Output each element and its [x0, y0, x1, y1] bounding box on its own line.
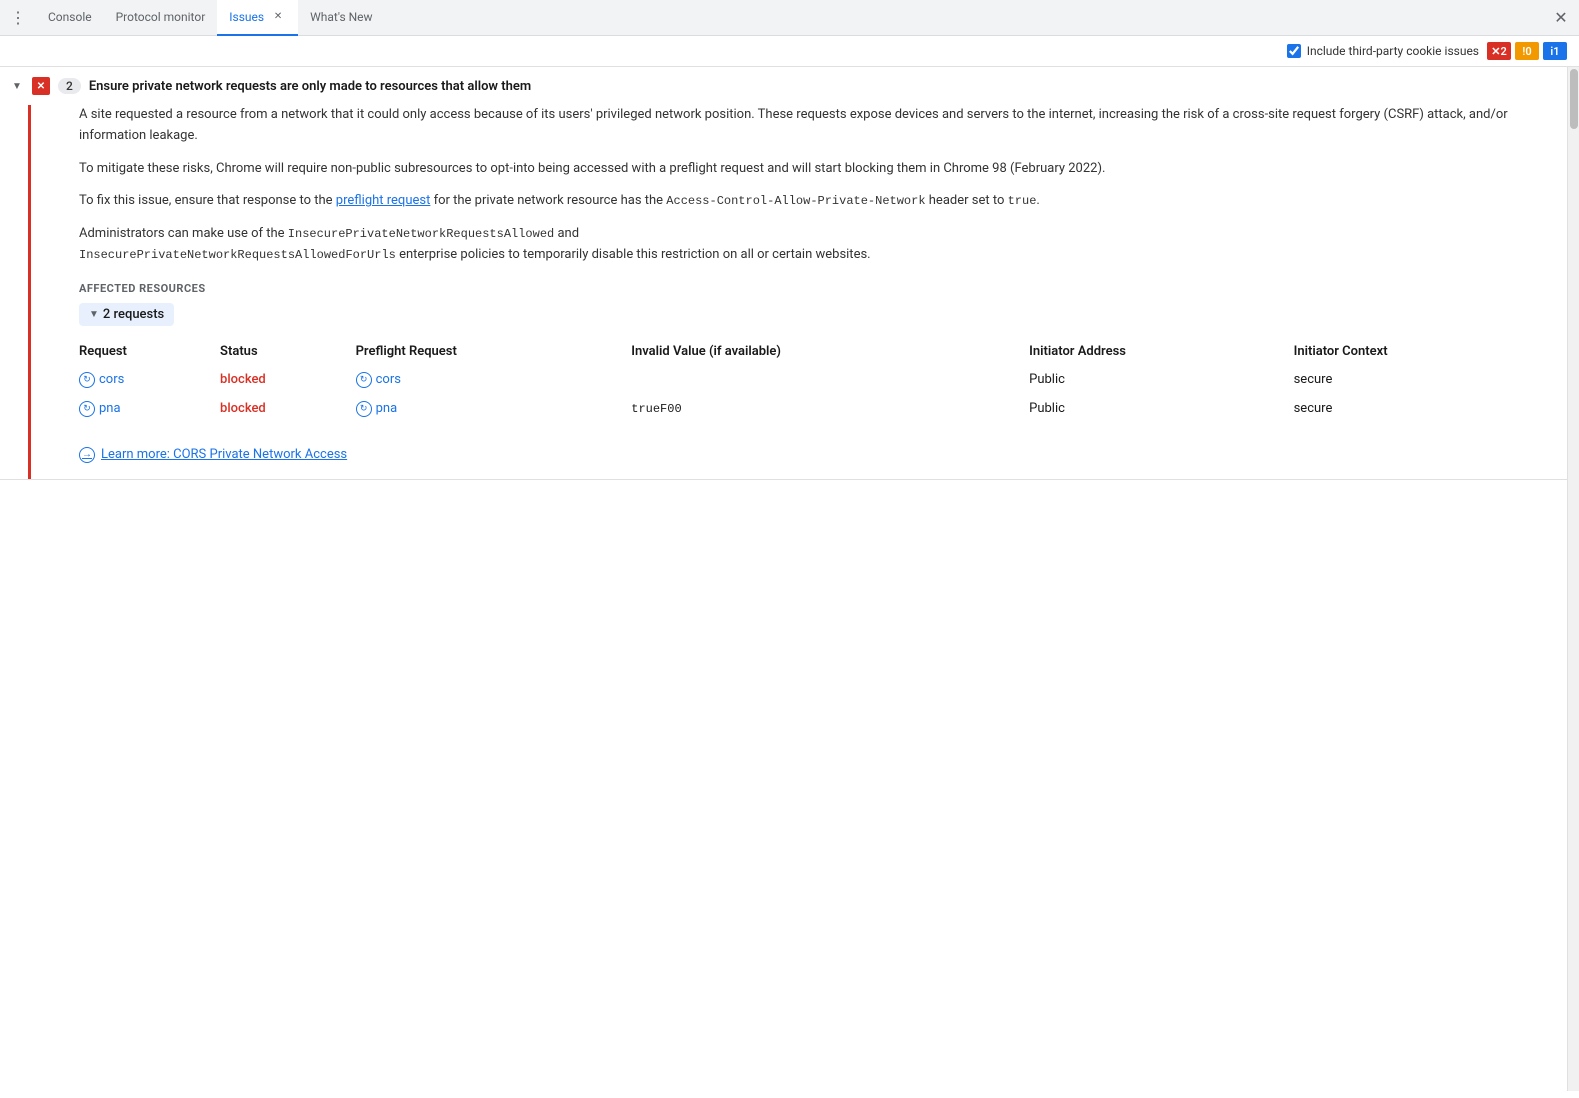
issue-chevron-icon: ▼	[12, 81, 24, 92]
row2-status: blocked	[220, 394, 356, 423]
requests-toggle-chevron-icon: ▼	[89, 309, 99, 320]
col-initiator-address: Initiator Address	[1029, 338, 1293, 365]
tab-whats-new[interactable]: What's New	[298, 0, 384, 36]
issue-header[interactable]: ▼ ✕ 2 Ensure private network requests ar…	[0, 67, 1567, 105]
row2-invalid-value: trueF00	[631, 394, 1029, 423]
learn-more-link[interactable]: → Learn more: CORS Private Network Acces…	[79, 447, 1551, 463]
tab-protocol-monitor-label: Protocol monitor	[116, 10, 206, 24]
warning-badge[interactable]: ! 0	[1515, 42, 1539, 60]
tab-issues[interactable]: Issues ✕	[217, 0, 298, 36]
para3-code2: true	[1008, 194, 1037, 208]
toolbar: Include third-party cookie issues ✕ 2 ! …	[0, 36, 1579, 67]
col-request: Request	[79, 338, 220, 365]
error-icon: ✕	[32, 77, 50, 95]
preflight-icon: ↻	[356, 372, 372, 388]
badge-group: ✕ 2 ! 0 i 1	[1487, 42, 1567, 60]
error-badge[interactable]: ✕ 2	[1487, 42, 1511, 60]
row2-request-link[interactable]: ↻ pna	[79, 401, 121, 417]
table-head: Request Status Preflight Request Invalid…	[79, 338, 1551, 365]
row1-status-label: blocked	[220, 372, 266, 387]
row2-preflight-link[interactable]: ↻ pna	[356, 401, 398, 417]
tab-whats-new-label: What's New	[310, 10, 372, 24]
table-row: ↻ cors blocked ↻	[79, 365, 1551, 394]
issue-paragraph-4: Administrators can make use of the Insec…	[79, 224, 1551, 266]
row1-preflight-link[interactable]: ↻ cors	[356, 372, 401, 388]
tab-console[interactable]: Console	[36, 0, 104, 36]
table-header-row: Request Status Preflight Request Invalid…	[79, 338, 1551, 365]
error-count: 2	[1500, 45, 1506, 58]
info-count: 1	[1553, 45, 1559, 58]
info-badge[interactable]: i 1	[1543, 42, 1567, 60]
row2-status-label: blocked	[220, 401, 266, 416]
include-third-party-label[interactable]: Include third-party cookie issues	[1287, 44, 1479, 58]
main-content: ▼ ✕ 2 Ensure private network requests ar…	[0, 67, 1579, 1091]
para4-after: and	[554, 226, 579, 241]
row2-preflight: ↻ pna	[356, 394, 632, 423]
preflight-icon: ↻	[356, 401, 372, 417]
row1-preflight: ↻ cors	[356, 365, 632, 394]
para3-end: .	[1036, 193, 1039, 208]
para4-code2: InsecurePrivateNetworkRequestsAllowedFor…	[79, 248, 396, 262]
issue-paragraph-3: To fix this issue, ensure that response …	[79, 191, 1551, 212]
preflight-request-link[interactable]: preflight request	[336, 193, 431, 208]
requests-toggle-label: 2 requests	[103, 307, 164, 322]
requests-toggle[interactable]: ▼ 2 requests	[79, 303, 174, 326]
row2-request: ↻ pna	[79, 394, 220, 423]
row2-invalid-value-code: trueF00	[631, 402, 681, 416]
para4-before: Administrators can make use of the	[79, 226, 288, 241]
scrollbar-thumb[interactable]	[1570, 69, 1578, 129]
request-icon: ↻	[79, 401, 95, 417]
row2-initiator-address: Public	[1029, 394, 1293, 423]
row1-status: blocked	[220, 365, 356, 394]
learn-more-label: Learn more: CORS Private Network Access	[101, 447, 347, 462]
issue-paragraph-2: To mitigate these risks, Chrome will req…	[79, 159, 1551, 180]
col-invalid-value: Invalid Value (if available)	[631, 338, 1029, 365]
row1-invalid-value	[631, 365, 1029, 394]
row2-request-label: pna	[99, 401, 121, 416]
close-devtools-button[interactable]: ✕	[1547, 4, 1575, 32]
row1-request-label: cors	[99, 372, 124, 387]
affected-resources-title: AFFECTED RESOURCES	[79, 282, 1551, 295]
col-initiator-context: Initiator Context	[1294, 338, 1551, 365]
scrollbar[interactable]	[1567, 67, 1579, 1091]
include-third-party-text: Include third-party cookie issues	[1307, 44, 1479, 58]
row1-preflight-label: cors	[376, 372, 401, 387]
col-preflight: Preflight Request	[356, 338, 632, 365]
para3-before: To fix this issue, ensure that response …	[79, 193, 336, 208]
request-icon: ↻	[79, 372, 95, 388]
row1-initiator-address: Public	[1029, 365, 1293, 394]
error-icon: ✕	[1491, 45, 1500, 58]
learn-more-arrow-icon: →	[79, 447, 95, 463]
issue-body: A site requested a resource from a netwo…	[28, 105, 1567, 479]
table-row: ↻ pna blocked ↻	[79, 394, 1551, 423]
issue-group: ▼ ✕ 2 Ensure private network requests ar…	[0, 67, 1567, 480]
tab-bar: ⋮ Console Protocol monitor Issues ✕ What…	[0, 0, 1579, 36]
tab-issues-label: Issues	[229, 10, 264, 24]
para3-code1: Access-Control-Allow-Private-Network	[666, 194, 925, 208]
include-third-party-checkbox[interactable]	[1287, 44, 1301, 58]
more-tabs-button[interactable]: ⋮	[4, 4, 32, 32]
row1-request: ↻ cors	[79, 365, 220, 394]
col-status: Status	[220, 338, 356, 365]
row2-preflight-label: pna	[376, 401, 398, 416]
para4-end: enterprise policies to temporarily disab…	[396, 247, 871, 262]
para4-code1: InsecurePrivateNetworkRequestsAllowed	[288, 227, 554, 241]
requests-table: Request Status Preflight Request Invalid…	[79, 338, 1551, 423]
table-body: ↻ cors blocked ↻	[79, 365, 1551, 423]
affected-resources: AFFECTED RESOURCES ▼ 2 requests Request …	[79, 282, 1551, 463]
para3-after: for the private network resource has the	[430, 193, 666, 208]
issue-count-badge: 2	[58, 78, 81, 94]
para3-after2: header set to	[926, 193, 1008, 208]
tab-protocol-monitor[interactable]: Protocol monitor	[104, 0, 218, 36]
issue-paragraph-1: A site requested a resource from a netwo…	[79, 105, 1551, 147]
tab-console-label: Console	[48, 10, 92, 24]
issue-description: A site requested a resource from a netwo…	[79, 105, 1551, 266]
row1-request-link[interactable]: ↻ cors	[79, 372, 124, 388]
close-issues-tab-button[interactable]: ✕	[270, 9, 286, 25]
warning-count: 0	[1525, 45, 1531, 58]
issue-title: Ensure private network requests are only…	[89, 79, 531, 94]
row1-initiator-context: secure	[1294, 365, 1551, 394]
row2-initiator-context: secure	[1294, 394, 1551, 423]
issues-panel[interactable]: ▼ ✕ 2 Ensure private network requests ar…	[0, 67, 1567, 1091]
